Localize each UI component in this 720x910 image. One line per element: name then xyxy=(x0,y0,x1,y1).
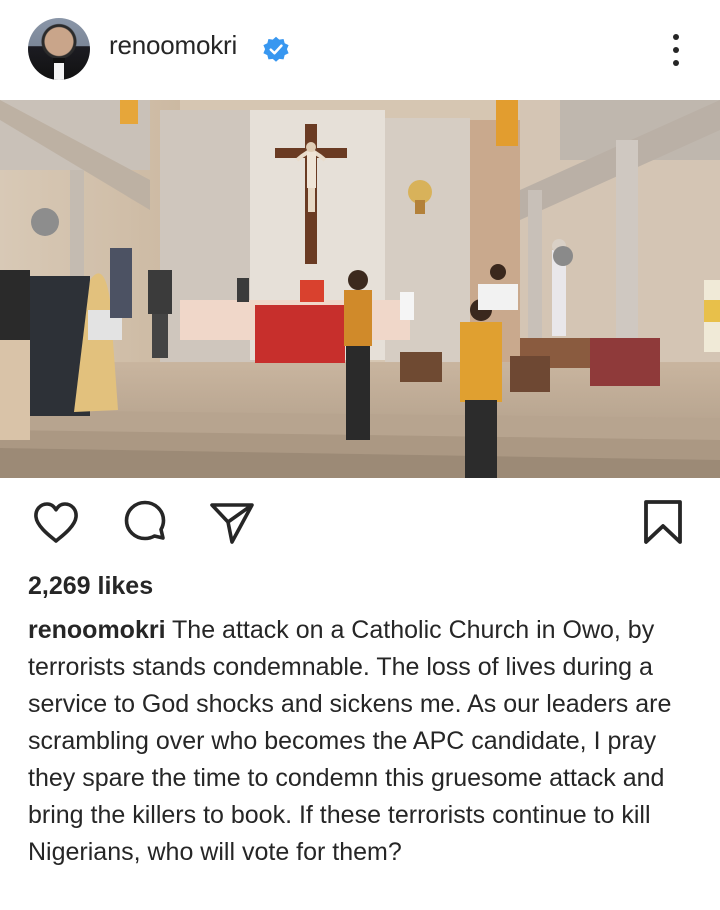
more-options-icon[interactable] xyxy=(660,30,692,70)
bookmark-icon[interactable] xyxy=(638,498,688,548)
verified-badge-icon xyxy=(263,36,289,62)
post-header: renoomokri xyxy=(0,0,720,100)
caption-username[interactable]: renoomokri xyxy=(28,616,166,644)
post-image[interactable] xyxy=(0,100,720,478)
username[interactable]: renoomokri xyxy=(109,30,237,61)
caption-text: The attack on a Catholic Church in Owo, … xyxy=(28,616,672,866)
post-caption: renoomokri The attack on a Catholic Chur… xyxy=(28,612,700,871)
heart-icon[interactable] xyxy=(31,498,81,548)
comment-icon[interactable] xyxy=(120,498,170,548)
avatar[interactable] xyxy=(28,18,90,80)
church-interior-photo xyxy=(0,100,720,478)
post-actions xyxy=(0,490,720,560)
send-icon[interactable] xyxy=(207,498,257,548)
avatar-bowtie xyxy=(53,58,65,63)
likes-count[interactable]: 2,269 likes xyxy=(28,572,153,601)
